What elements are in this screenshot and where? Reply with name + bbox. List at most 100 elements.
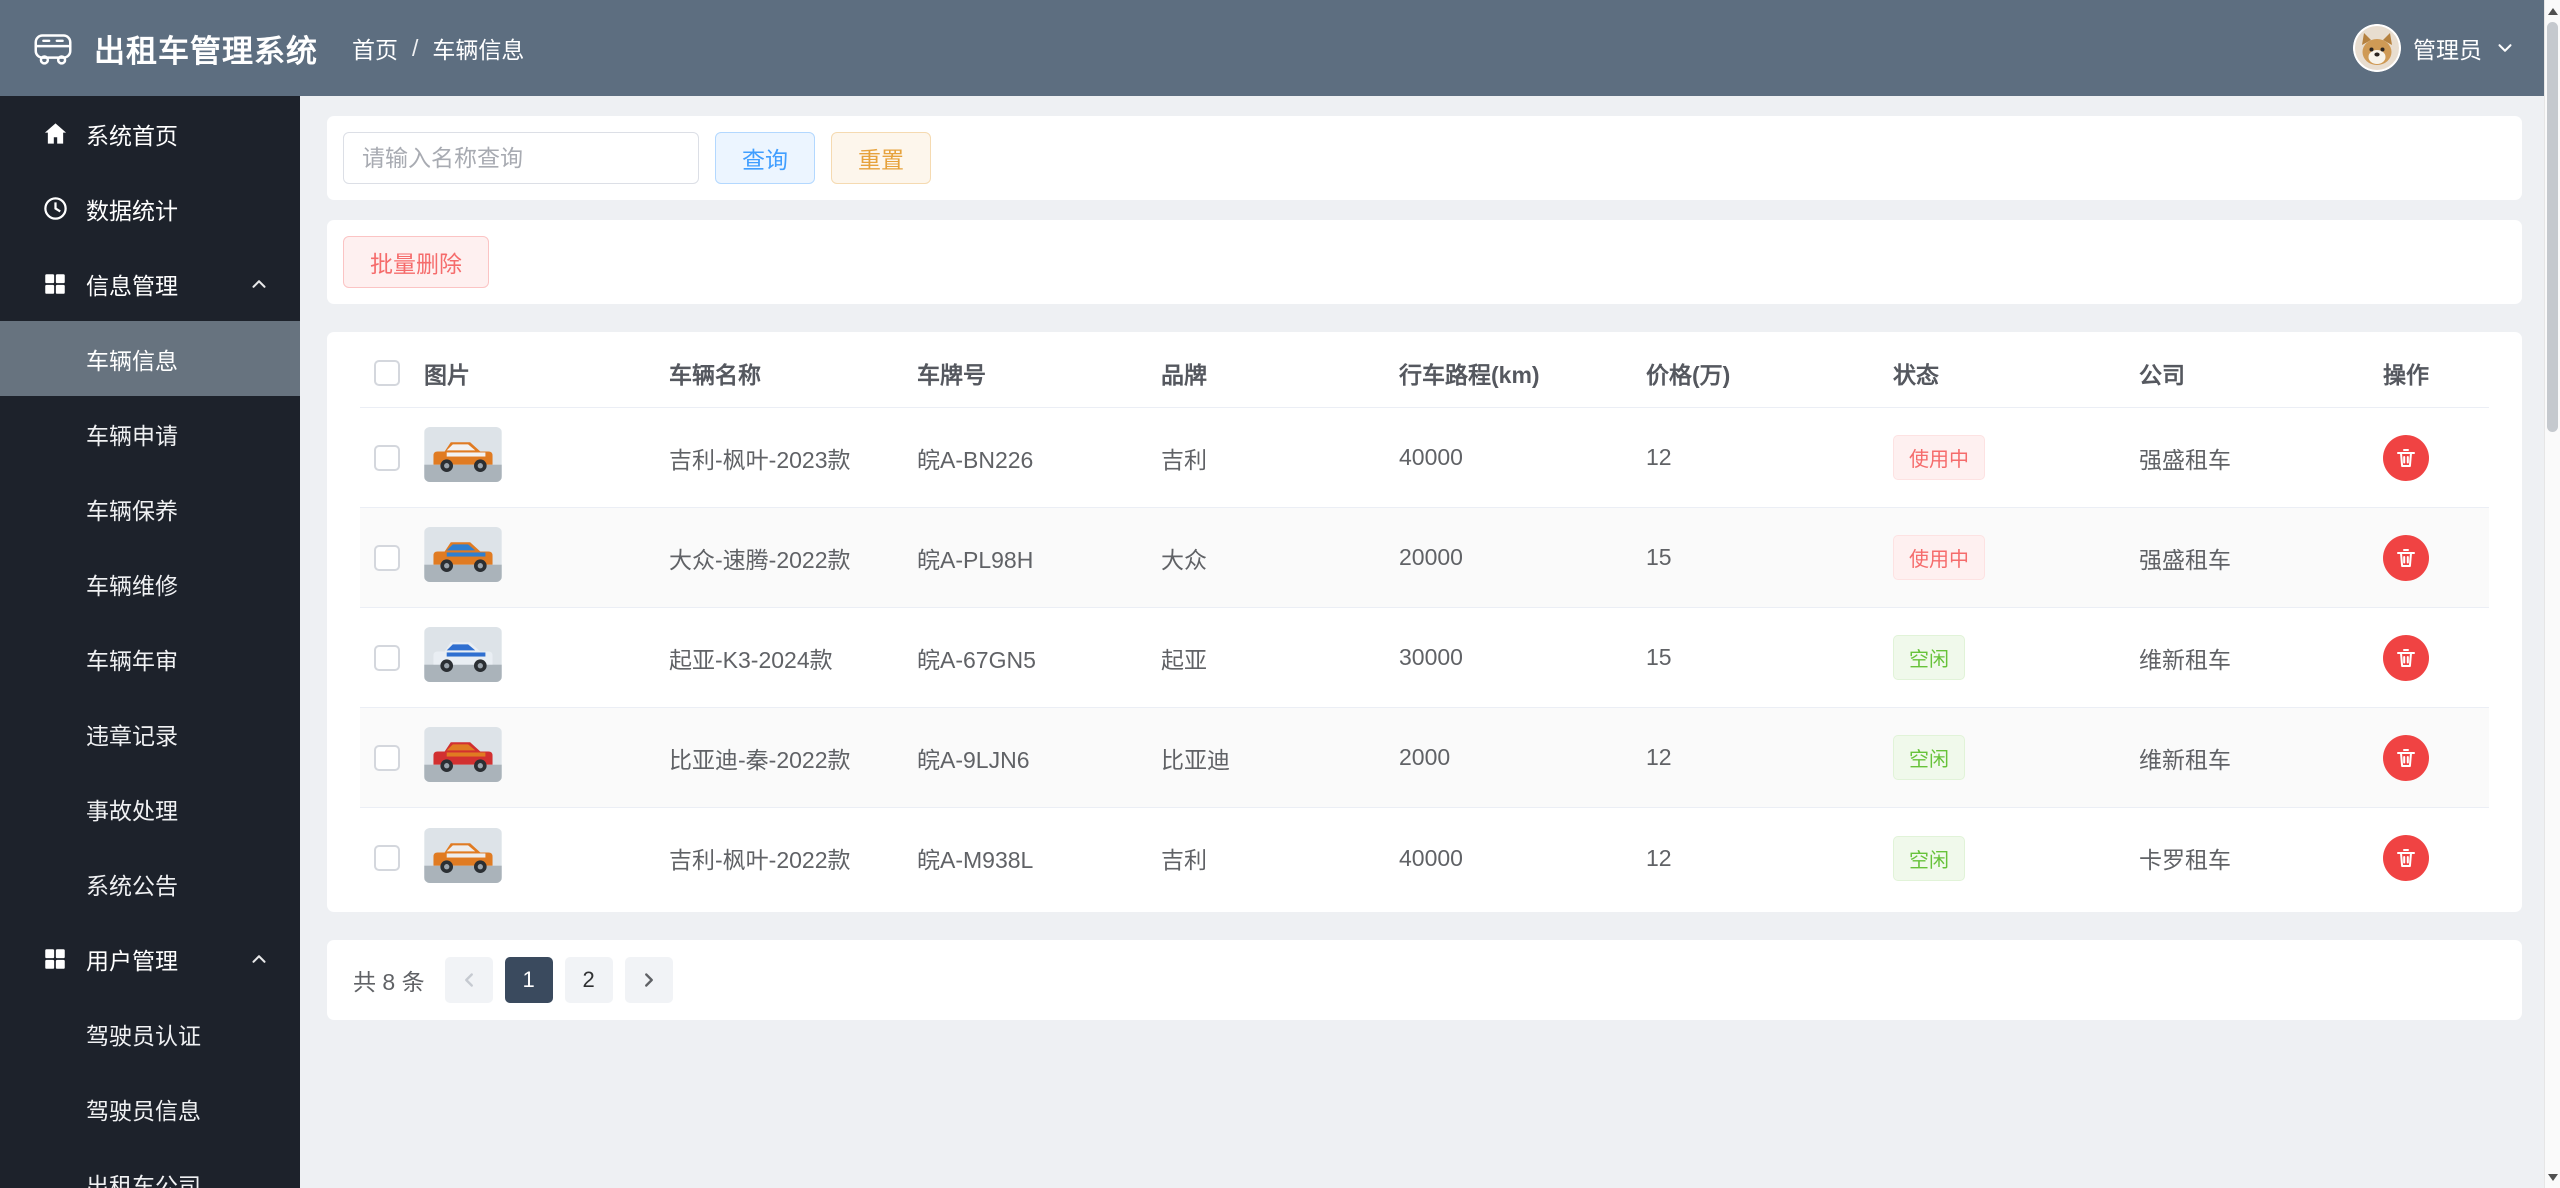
query-button[interactable]: 查询 <box>715 132 815 184</box>
sidebar-subitem[interactable]: 违章记录 <box>0 696 300 771</box>
vehicle-mileage: 2000 <box>1399 744 1451 770</box>
table-row: 吉利-枫叶-2023款 皖A-BN226 吉利 40000 12 使用中 强盛租车 <box>360 408 2489 508</box>
scrollbar[interactable] <box>2544 0 2560 1188</box>
vehicle-name: 大众-速腾-2022款 <box>669 546 851 573</box>
grid-icon <box>42 945 70 973</box>
column-header: 品牌 <box>1161 361 1207 388</box>
vehicle-brand: 大众 <box>1161 546 1207 573</box>
vehicle-mileage: 40000 <box>1399 444 1463 470</box>
row-checkbox[interactable] <box>374 744 400 771</box>
vehicle-company: 维新租车 <box>2139 646 2231 673</box>
delete-button[interactable] <box>2383 734 2429 781</box>
search-input[interactable] <box>343 132 699 184</box>
table-row: 比亚迪-秦-2022款 皖A-9LJN6 比亚迪 2000 12 空闲 维新租车 <box>360 708 2489 808</box>
user-menu[interactable]: 管理员 <box>2353 24 2530 72</box>
vehicle-plate: 皖A-M938L <box>917 847 1034 873</box>
table-row: 吉利-枫叶-2022款 皖A-M938L 吉利 40000 12 空闲 卡罗租车 <box>360 808 2489 908</box>
row-checkbox[interactable] <box>374 544 400 571</box>
sidebar-subitem[interactable]: 车辆维修 <box>0 546 300 621</box>
delete-button[interactable] <box>2383 634 2429 681</box>
scrollbar-thumb[interactable] <box>2547 22 2558 432</box>
trash-icon <box>2394 446 2418 470</box>
chevron-down-icon <box>2494 37 2516 59</box>
vehicle-image[interactable] <box>424 527 502 582</box>
trash-icon <box>2394 746 2418 770</box>
trash-icon <box>2394 546 2418 570</box>
column-header: 车牌号 <box>917 361 986 388</box>
stats-icon <box>42 195 70 223</box>
breadcrumb-home[interactable]: 首页 <box>352 31 398 65</box>
batch-delete-button[interactable]: 批量删除 <box>343 236 489 288</box>
delete-button[interactable] <box>2383 434 2429 481</box>
vehicle-brand: 吉利 <box>1161 847 1207 873</box>
home-icon <box>42 120 70 148</box>
sidebar-item-user-management[interactable]: 用户管理 <box>0 921 300 996</box>
next-page-button[interactable] <box>624 957 673 1003</box>
scroll-down-arrow[interactable] <box>2545 1168 2560 1186</box>
vehicle-image[interactable] <box>424 627 502 682</box>
sidebar-item-label: 用户管理 <box>86 947 178 974</box>
vehicle-image[interactable] <box>424 727 502 782</box>
row-checkbox[interactable] <box>374 444 400 471</box>
grid-icon <box>42 270 70 298</box>
status-badge: 空闲 <box>1893 835 1965 881</box>
sidebar-subitem[interactable]: 驾驶员信息 <box>0 1071 300 1146</box>
vehicle-image[interactable] <box>424 827 502 883</box>
status-badge: 使用中 <box>1893 435 1985 480</box>
select-all-checkbox[interactable] <box>374 359 400 386</box>
table-row: 大众-速腾-2022款 皖A-PL98H 大众 20000 15 使用中 强盛租车 <box>360 508 2489 608</box>
sidebar-subitem[interactable]: 驾驶员认证 <box>0 996 300 1071</box>
sidebar-item-stats[interactable]: 数据统计 <box>0 171 300 246</box>
sidebar-subitem[interactable]: 车辆保养 <box>0 471 300 546</box>
column-header: 公司 <box>2139 361 2185 388</box>
main-content: 查询 重置 批量删除 图片 车辆名称 车牌号 品牌 行车路程(km) 价格(万) 状态 公司 操… <box>300 96 2544 1188</box>
sidebar-item-label: 信息管理 <box>86 272 178 299</box>
page-button-2[interactable]: 2 <box>564 957 613 1003</box>
sidebar-subitem[interactable]: 出租车公司 <box>0 1146 300 1188</box>
sidebar-subitem[interactable]: 车辆年审 <box>0 621 300 696</box>
table-header-row: 图片 车辆名称 车牌号 品牌 行车路程(km) 价格(万) 状态 公司 操作 <box>360 338 2489 408</box>
vehicle-price: 12 <box>1646 444 1672 470</box>
delete-button[interactable] <box>2383 534 2429 581</box>
vehicle-mileage: 40000 <box>1399 844 1463 871</box>
vehicle-mileage: 30000 <box>1399 644 1463 670</box>
prev-page-button[interactable] <box>444 957 493 1003</box>
total-count: 共 8 条 <box>353 969 425 995</box>
sidebar: 系统首页 数据统计信息管理车辆信息 车辆申请 车辆保养 车辆维修 车辆年审 违章记录 事故处理… <box>0 96 300 1188</box>
sidebar-item-home[interactable]: 系统首页 <box>0 96 300 171</box>
column-header: 操作 <box>2383 361 2429 388</box>
row-checkbox[interactable] <box>374 845 400 871</box>
vehicle-name: 吉利-枫叶-2022款 <box>669 847 851 873</box>
vehicle-company: 维新租车 <box>2139 746 2231 773</box>
sidebar-subitem[interactable]: 车辆申请 <box>0 396 300 471</box>
vehicle-name: 起亚-K3-2024款 <box>669 646 833 673</box>
vehicle-image[interactable] <box>424 427 502 482</box>
trash-icon <box>2394 846 2418 870</box>
sidebar-subitem[interactable]: 车辆信息 <box>0 321 300 396</box>
vehicle-company: 强盛租车 <box>2139 446 2231 473</box>
column-header: 车辆名称 <box>669 361 761 388</box>
breadcrumb-current: 车辆信息 <box>432 37 525 63</box>
vehicle-price: 12 <box>1646 844 1672 871</box>
table-body: 吉利-枫叶-2023款 皖A-BN226 吉利 40000 12 使用中 强盛租车 大众-速腾… <box>360 408 2489 908</box>
scroll-up-arrow[interactable] <box>2545 2 2560 20</box>
table-row: 起亚-K3-2024款 皖A-67GN5 起亚 30000 15 空闲 维新租车 <box>360 608 2489 708</box>
pagination: 共 8 条 12 <box>327 940 2522 1020</box>
vehicle-brand: 比亚迪 <box>1161 746 1230 773</box>
search-bar: 查询 重置 <box>327 116 2522 200</box>
delete-button[interactable] <box>2383 835 2429 881</box>
vehicle-plate: 皖A-9LJN6 <box>917 746 1030 773</box>
vehicle-price: 15 <box>1646 544 1672 570</box>
column-header: 行车路程(km) <box>1399 361 1540 388</box>
sidebar-subitem[interactable]: 系统公告 <box>0 846 300 921</box>
status-badge: 使用中 <box>1893 535 1985 580</box>
sidebar-subitem[interactable]: 事故处理 <box>0 771 300 846</box>
row-checkbox[interactable] <box>374 644 400 671</box>
page-button-1[interactable]: 1 <box>504 957 553 1003</box>
sidebar-item-info-management[interactable]: 信息管理 <box>0 246 300 321</box>
vehicle-company: 卡罗租车 <box>2139 847 2231 873</box>
user-name: 管理员 <box>2413 37 2482 63</box>
reset-button[interactable]: 重置 <box>831 132 931 184</box>
column-header: 价格(万) <box>1646 361 1731 388</box>
table-toolbar: 批量删除 <box>327 220 2522 304</box>
